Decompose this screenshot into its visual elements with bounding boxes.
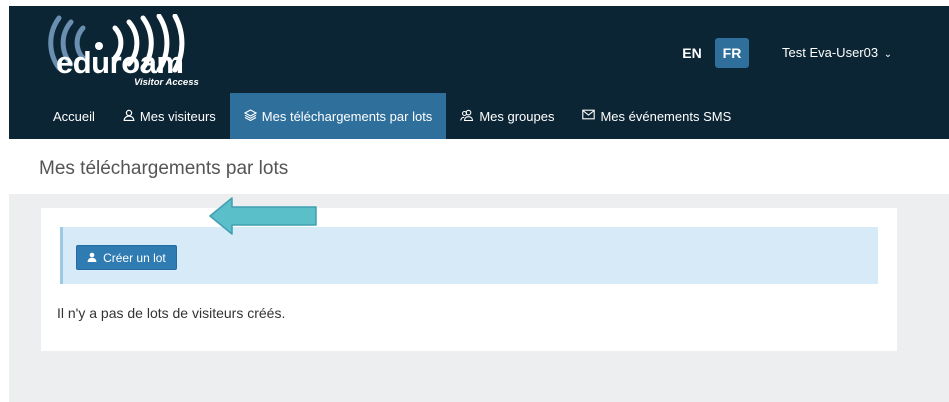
- main-nav: Accueil Mes visiteurs Mes téléchargement…: [9, 93, 949, 139]
- logo-wordmark: eduroam: [56, 45, 184, 80]
- nav-item-accueil[interactable]: Accueil: [39, 93, 109, 139]
- language-fr-button[interactable]: FR: [715, 38, 749, 68]
- create-batch-label: Créer un lot: [103, 251, 166, 265]
- top-header: eduroam Visitor Access EN FR Test Eva-Us…: [9, 6, 949, 93]
- create-batch-button[interactable]: Créer un lot: [76, 245, 177, 270]
- nav-item-label: Mes groupes: [479, 108, 555, 124]
- nav-item-label: Mes événements SMS: [600, 108, 732, 124]
- envelope-icon: [582, 109, 596, 123]
- nav-item-mes-visiteurs[interactable]: Mes visiteurs: [109, 93, 230, 139]
- logo-subtitle: Visitor Access: [134, 77, 199, 88]
- person-icon: [87, 252, 100, 265]
- action-bar: [60, 227, 878, 284]
- language-en-button[interactable]: EN: [675, 38, 709, 68]
- user-icon: [123, 109, 135, 124]
- nav-item-label: Mes téléchargements par lots: [261, 108, 433, 124]
- nav-item-mes-groupes[interactable]: Mes groupes: [446, 93, 568, 139]
- user-name: Test Eva-User03: [782, 45, 879, 60]
- eduroam-logo[interactable]: eduroam Visitor Access: [47, 14, 227, 90]
- empty-state-message: Il n'y a pas de lots de visiteurs créés.: [57, 305, 286, 321]
- user-menu[interactable]: Test Eva-User03 ⌄: [782, 38, 892, 68]
- page-title: Mes téléchargements par lots: [39, 158, 289, 179]
- users-icon: [460, 109, 474, 124]
- nav-item-mes-telechargements[interactable]: Mes téléchargements par lots: [229, 93, 447, 139]
- nav-item-mes-evenements-sms[interactable]: Mes événements SMS: [568, 93, 745, 139]
- nav-item-label: Mes visiteurs: [139, 108, 216, 124]
- nav-item-label: Accueil: [53, 108, 95, 124]
- layers-icon: [243, 108, 257, 124]
- chevron-down-icon: ⌄: [883, 49, 893, 60]
- annotation-arrow-icon: [209, 197, 317, 235]
